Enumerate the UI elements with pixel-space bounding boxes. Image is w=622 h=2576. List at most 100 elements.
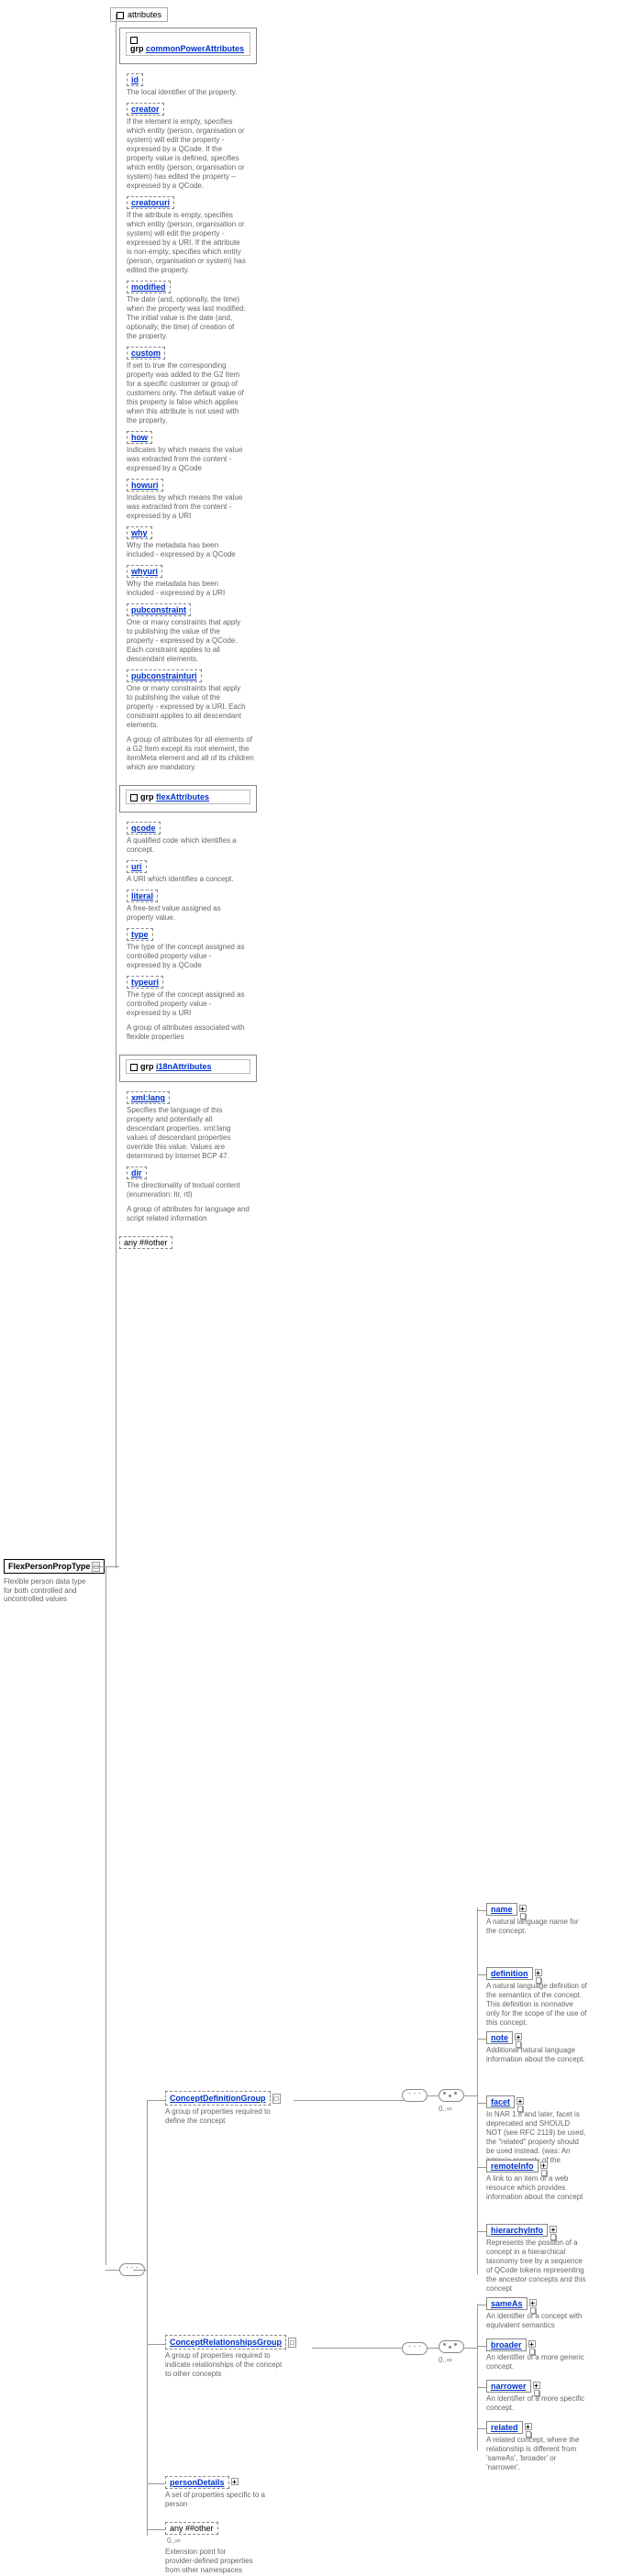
stack-icon: [529, 2349, 535, 2355]
attribute-label-literal[interactable]: literal: [127, 890, 158, 902]
attribute-desc: One or many constraints that apply to pu…: [127, 684, 246, 730]
person-details-desc: A set of properties specific to a person: [165, 2491, 284, 2509]
attribute-label-xmllang[interactable]: xml:lang: [127, 1091, 170, 1104]
concept-definition-desc: A group of properties required to define…: [165, 2107, 284, 2126]
attribute-label-creatoruri[interactable]: creatoruri: [127, 196, 174, 209]
element-box-definition[interactable]: definition+: [486, 1967, 533, 1980]
element-box-remoteInfo[interactable]: remoteInfo+: [486, 2160, 539, 2172]
attribute-desc: Specifies the language of this property …: [127, 1106, 246, 1161]
attribute-uri: uri: [127, 860, 264, 873]
attribute-howuri: howuri: [127, 479, 264, 492]
stack-icon: [541, 2170, 547, 2176]
expand-icon[interactable]: +: [519, 1905, 527, 1912]
element-desc: A link to an item or a web resource whic…: [486, 2174, 587, 2202]
concept-definition-group[interactable]: ConceptDefinitionGroup □: [165, 2091, 271, 2106]
root-type-label: FlexPersonPropType: [8, 1562, 90, 1571]
attribute-modified: modified: [127, 281, 264, 293]
crg-sequence: [402, 2342, 428, 2357]
attribute-label-modified[interactable]: modified: [127, 281, 171, 293]
attribute-label-pubconstrainturi[interactable]: pubconstrainturi: [127, 669, 202, 682]
attribute-pubconstraint: pubconstraint: [127, 603, 264, 616]
expand-icon[interactable]: +: [515, 2033, 522, 2040]
element-box-facet[interactable]: facet+: [486, 2095, 515, 2108]
expand-icon[interactable]: +: [535, 1969, 542, 1976]
element-box-narrower[interactable]: narrower+: [486, 2380, 531, 2393]
attribute-desc: The type of the concept assigned as cont…: [127, 990, 246, 1018]
group-flex-link[interactable]: flexAttributes: [156, 792, 209, 802]
element-desc: A natural language definition of the sem…: [486, 1982, 587, 2028]
group-i18n-link[interactable]: i18nAttributes: [156, 1062, 212, 1071]
expand-icon[interactable]: +: [540, 2161, 548, 2169]
expand-icon[interactable]: +: [533, 2382, 540, 2389]
element-box-related[interactable]: related+: [486, 2421, 523, 2434]
attribute-label-custom[interactable]: custom: [127, 347, 165, 359]
crg-choice: 0..∞: [439, 2340, 464, 2364]
element-box-broader[interactable]: broader+: [486, 2338, 527, 2351]
extension-occurs: 0..∞: [167, 2537, 181, 2545]
element-box-name[interactable]: name+: [486, 1903, 517, 1916]
group-common-power: grp commonPowerAttributes: [119, 28, 257, 64]
stack-icon: [520, 1913, 526, 1919]
element-hierarchyInfo: hierarchyInfo+Represents the position of…: [486, 2224, 587, 2294]
attribute-label-id[interactable]: id: [127, 73, 143, 86]
element-box-sameAs[interactable]: sameAs+: [486, 2297, 528, 2310]
group-flex-attributes: grp flexAttributes: [119, 785, 257, 813]
attribute-label-type[interactable]: type: [127, 928, 153, 941]
expand-icon[interactable]: +: [528, 2340, 536, 2348]
element-desc: An identifier of a more specific concept…: [486, 2394, 587, 2413]
attribute-desc: The type of the concept assigned as cont…: [127, 943, 246, 970]
element-broader: broader+ An identifier of a more generic …: [486, 2338, 587, 2371]
person-details-element[interactable]: personDetails +: [165, 2476, 229, 2489]
attribute-desc: A qualified code which identifies a conc…: [127, 836, 246, 855]
element-desc: A related concept, where the relationshi…: [486, 2436, 587, 2472]
element-definition: definition+ A natural language definition…: [486, 1967, 587, 2028]
element-box-note[interactable]: note+: [486, 2031, 513, 2044]
attributes-header: attributes: [110, 7, 168, 22]
expand-icon[interactable]: +: [516, 2097, 524, 2105]
attribute-desc: A free-text value assigned as property v…: [127, 904, 246, 923]
stack-icon: [526, 2431, 531, 2438]
element-desc: Additional natural language information …: [486, 2046, 587, 2064]
extension-any-other: any ##other: [165, 2522, 218, 2535]
element-box-hierarchyInfo[interactable]: hierarchyInfo+: [486, 2224, 548, 2237]
expand-icon[interactable]: +: [525, 2423, 532, 2430]
attribute-desc: Why the metadata has been included - exp…: [127, 541, 246, 559]
attribute-label-howuri[interactable]: howuri: [127, 479, 163, 492]
attribute-label-creator[interactable]: creator: [127, 103, 164, 116]
stack-icon: [530, 2307, 536, 2314]
attribute-how: how: [127, 431, 264, 444]
attribute-label-how[interactable]: how: [127, 431, 152, 444]
attribute-typeuri: typeuri: [127, 976, 264, 989]
cdg-choice: 0..∞: [439, 2089, 464, 2113]
attribute-label-why[interactable]: why: [127, 526, 152, 539]
group-i18n-attributes: grp i18nAttributes: [119, 1055, 257, 1082]
sequence-compositor: [119, 2263, 145, 2278]
element-desc: An identifier of a more generic concept.: [486, 2353, 587, 2371]
element-desc: An identifier of a concept with equivale…: [486, 2312, 587, 2330]
expand-icon[interactable]: +: [550, 2226, 557, 2233]
cdg-sequence: [402, 2089, 428, 2104]
concept-relationships-group[interactable]: ConceptRelationshipsGroup □: [165, 2335, 286, 2349]
attribute-label-dir[interactable]: dir: [127, 1166, 147, 1179]
attribute-label-uri[interactable]: uri: [127, 860, 147, 873]
attribute-whyuri: whyuri: [127, 565, 264, 578]
attribute-label-pubconstraint[interactable]: pubconstraint: [127, 603, 191, 616]
element-related: related+ A related concept, where the rel…: [486, 2421, 587, 2472]
attribute-label-whyuri[interactable]: whyuri: [127, 565, 162, 578]
attribute-label-qcode[interactable]: qcode: [127, 822, 161, 835]
attribute-desc: If the attribute is empty, specifies whi…: [127, 211, 246, 275]
root-type-box: FlexPersonPropType□: [4, 1559, 105, 1574]
attribute-label-typeuri[interactable]: typeuri: [127, 976, 163, 989]
group-flex-desc: A group of attributes associated with fl…: [127, 1023, 255, 1042]
attribute-desc: If the element is empty, specifies which…: [127, 117, 246, 191]
attribute-desc: Why the metadata has been included - exp…: [127, 580, 246, 598]
group-i18n-desc: A group of attributes for language and s…: [127, 1205, 255, 1223]
attribute-creatoruri: creatoruri: [127, 196, 264, 209]
attribute-pubconstrainturi: pubconstrainturi: [127, 669, 264, 682]
expand-icon[interactable]: +: [529, 2299, 537, 2306]
group-common-power-link[interactable]: commonPowerAttributes: [146, 44, 244, 53]
element-note: note+ Additional natural language informa…: [486, 2031, 587, 2064]
stack-icon: [534, 2390, 539, 2396]
element-name: name+A natural language name for the con…: [486, 1903, 587, 1936]
attribute-dir: dir: [127, 1166, 264, 1179]
